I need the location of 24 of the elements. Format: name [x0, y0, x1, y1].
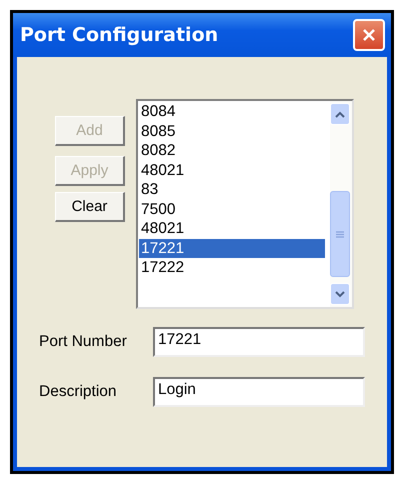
scroll-up-button[interactable] [330, 103, 350, 125]
grip-icon [336, 230, 344, 238]
list-item[interactable]: 48021 [139, 219, 325, 238]
field-label: Description [39, 383, 118, 401]
window-title: Port Configuration [20, 24, 218, 46]
input-field[interactable]: Login [153, 377, 365, 407]
list-item[interactable]: 17222 [139, 258, 325, 278]
down-caret-icon [335, 290, 345, 298]
scroll-thumb[interactable] [330, 191, 350, 277]
list-item[interactable]: 8082 [139, 141, 325, 160]
list-item[interactable]: 48021 [139, 160, 325, 180]
dialog-button[interactable]: Clear [55, 192, 125, 222]
scroll-bar[interactable] [330, 101, 352, 307]
close-button[interactable] [353, 19, 385, 51]
list-item[interactable]: 8085 [139, 122, 325, 141]
list-item[interactable]: 8084 [139, 102, 325, 122]
close-icon [361, 27, 377, 43]
up-caret-icon [335, 110, 345, 118]
input-field[interactable]: 17221 [153, 327, 365, 357]
list-item[interactable]: 7500 [139, 200, 325, 219]
scroll-down-button[interactable] [330, 283, 350, 305]
list-item[interactable]: 17221 [139, 238, 325, 258]
list-item[interactable]: 83 [139, 180, 325, 200]
field-label: Port Number [39, 333, 128, 351]
